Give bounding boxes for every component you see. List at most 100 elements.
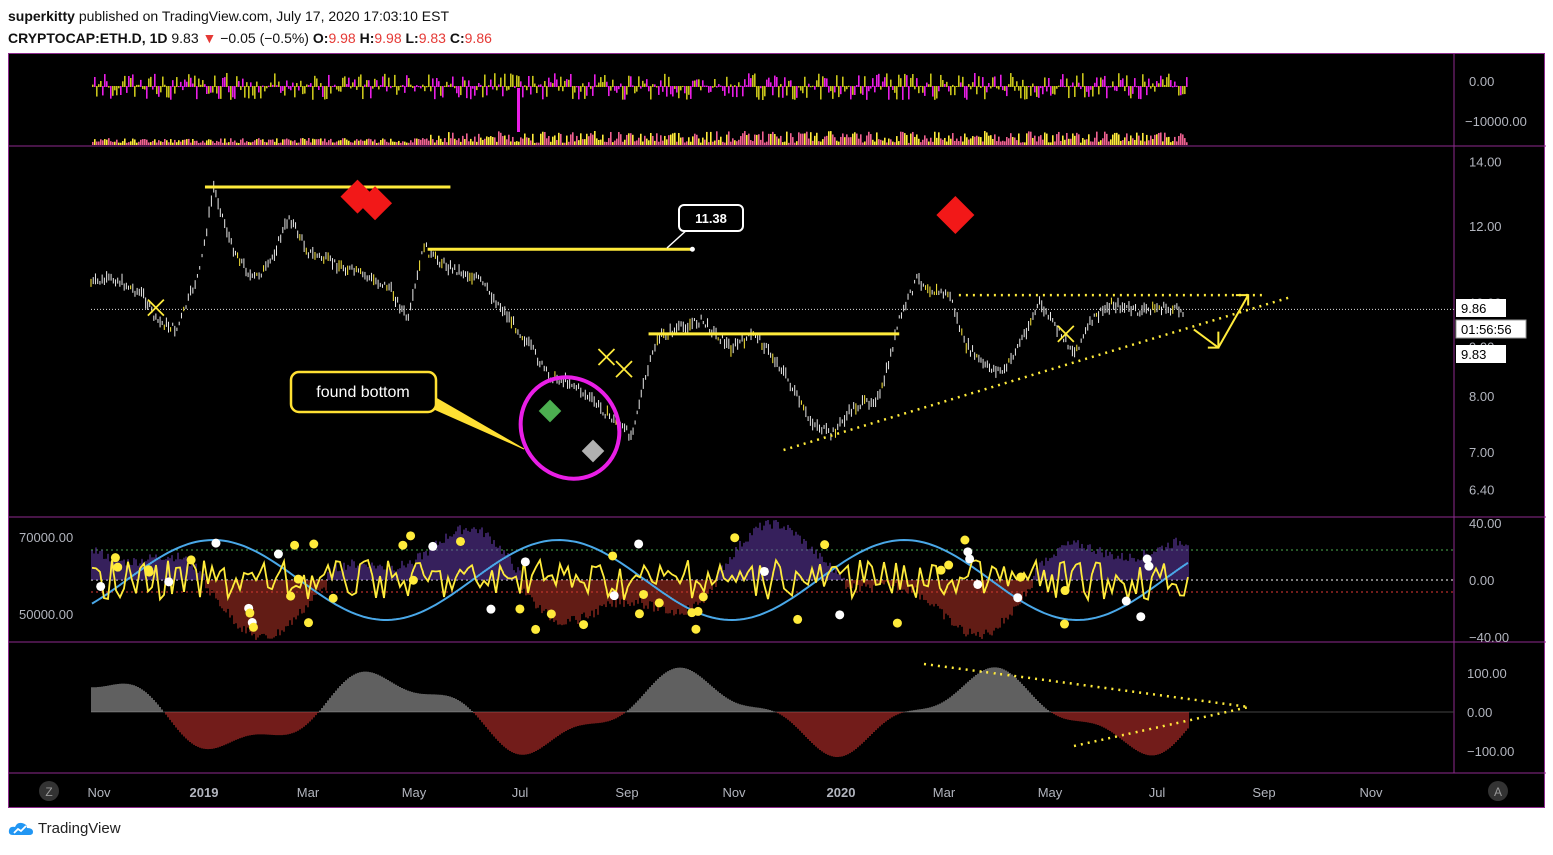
volume-bar [892,141,894,145]
volume-bar [912,131,914,145]
volume-bar [490,136,492,145]
volume-bar [742,133,744,145]
found-bottom-callout[interactable]: found bottom [289,370,525,450]
delta-bar [292,82,294,87]
volume-bar [658,141,660,145]
volume-bar [754,134,756,145]
delta-bar [990,86,992,89]
y-tick-label: 12.00 [1469,219,1502,234]
osc-dot [634,539,644,549]
volume-bar [314,139,316,145]
delta-bar [678,86,680,99]
delta-bar [296,83,298,87]
auto-scale-button[interactable]: A [1488,781,1508,801]
volume-bar [176,142,178,145]
volume-bar [532,133,534,145]
volume-bar [344,138,346,145]
volume-bar [722,141,724,145]
volume-bar [1014,137,1016,145]
delta-bar [186,81,188,87]
x-tick-label: Nov [1359,785,1383,800]
volume-bar [216,140,218,145]
volume-bar [850,137,852,145]
x-tick-label: 2020 [827,785,856,800]
volume-bar [930,137,932,145]
osc-dot [759,566,769,576]
delta-bar [644,83,646,87]
tradingview-logo[interactable]: TradingView [8,820,121,837]
delta-bar [738,82,740,87]
delta-bar [822,76,824,87]
volume-bar [300,138,302,145]
delta-bar [386,86,388,92]
volume-bar [392,141,394,145]
osc-tick-label: 40.00 [1469,516,1502,531]
delta-bar [602,82,604,87]
delta-bar [626,86,628,95]
volume-bar [834,137,836,145]
delta-bar [614,86,616,91]
delta-bar [568,79,570,87]
osc-dot [944,560,954,570]
volume-bar [180,141,182,145]
volume-bar [814,135,816,145]
volume-bar [94,139,96,145]
volume-bar [1154,134,1156,145]
chart-frame[interactable]: Nov 2019 Mar May Jul Sep Nov 2020 Mar May Jul Sep No… [8,53,1546,809]
delta-bar [210,86,212,93]
delta-bar [774,75,776,87]
price-label-11-38[interactable]: 11.38 [666,204,744,249]
volume-bar [450,138,452,145]
volume-bar [578,140,580,145]
volume-bar [630,133,632,145]
delta-bar [282,86,284,91]
delta-bar [516,75,518,87]
delta-bar [872,78,874,87]
volume-bar [474,136,476,145]
delta-bar [986,86,988,93]
volume-bar [398,140,400,145]
label-value: 11.38 [695,211,727,226]
volume-bar [1072,133,1074,145]
volume-bar [520,137,522,145]
volume-bar [750,140,752,145]
volume-bar [766,141,768,145]
volume-bar [680,137,682,145]
chart-canvas[interactable]: Nov 2019 Mar May Jul Sep Nov 2020 Mar May Jul Sep No… [9,54,1546,809]
volume-bar [160,141,162,145]
volume-bar [536,142,538,145]
volume-bar [276,138,278,145]
delta-bar [1056,86,1058,89]
volume-bar [362,140,364,145]
x-tick-label: May [1038,785,1063,800]
volume-bar [384,139,386,145]
volume-bar [898,141,900,145]
volume-bar [732,138,734,145]
last-price: 9.83 [171,30,199,46]
z-button[interactable]: Z [39,781,59,801]
volume-bar [910,133,912,145]
volume-bar [652,135,654,145]
volume-bar [802,133,804,145]
delta-bar [856,85,858,87]
delta-bar [1024,86,1026,100]
osc-dot [286,591,296,601]
delta-bar [350,86,352,89]
delta-bar [860,86,862,94]
delta-bar [236,76,238,87]
volume-bar [192,138,194,145]
delta-bar [192,83,194,87]
volume-bar [986,132,988,145]
volume-bar [294,140,296,145]
volume-bar [1060,140,1062,145]
delta-bar [852,86,854,95]
delta-bar [510,73,512,87]
author-name[interactable]: superkitty [8,8,75,24]
symbol-name[interactable]: CRYPTOCAP:ETH.D, 1D [8,30,167,46]
volume-bar [990,135,992,145]
delta-bar [470,86,472,100]
volume-bar [854,132,856,145]
delta-bar [330,86,332,94]
delta-bar [660,80,662,87]
volume-bar [890,139,892,145]
